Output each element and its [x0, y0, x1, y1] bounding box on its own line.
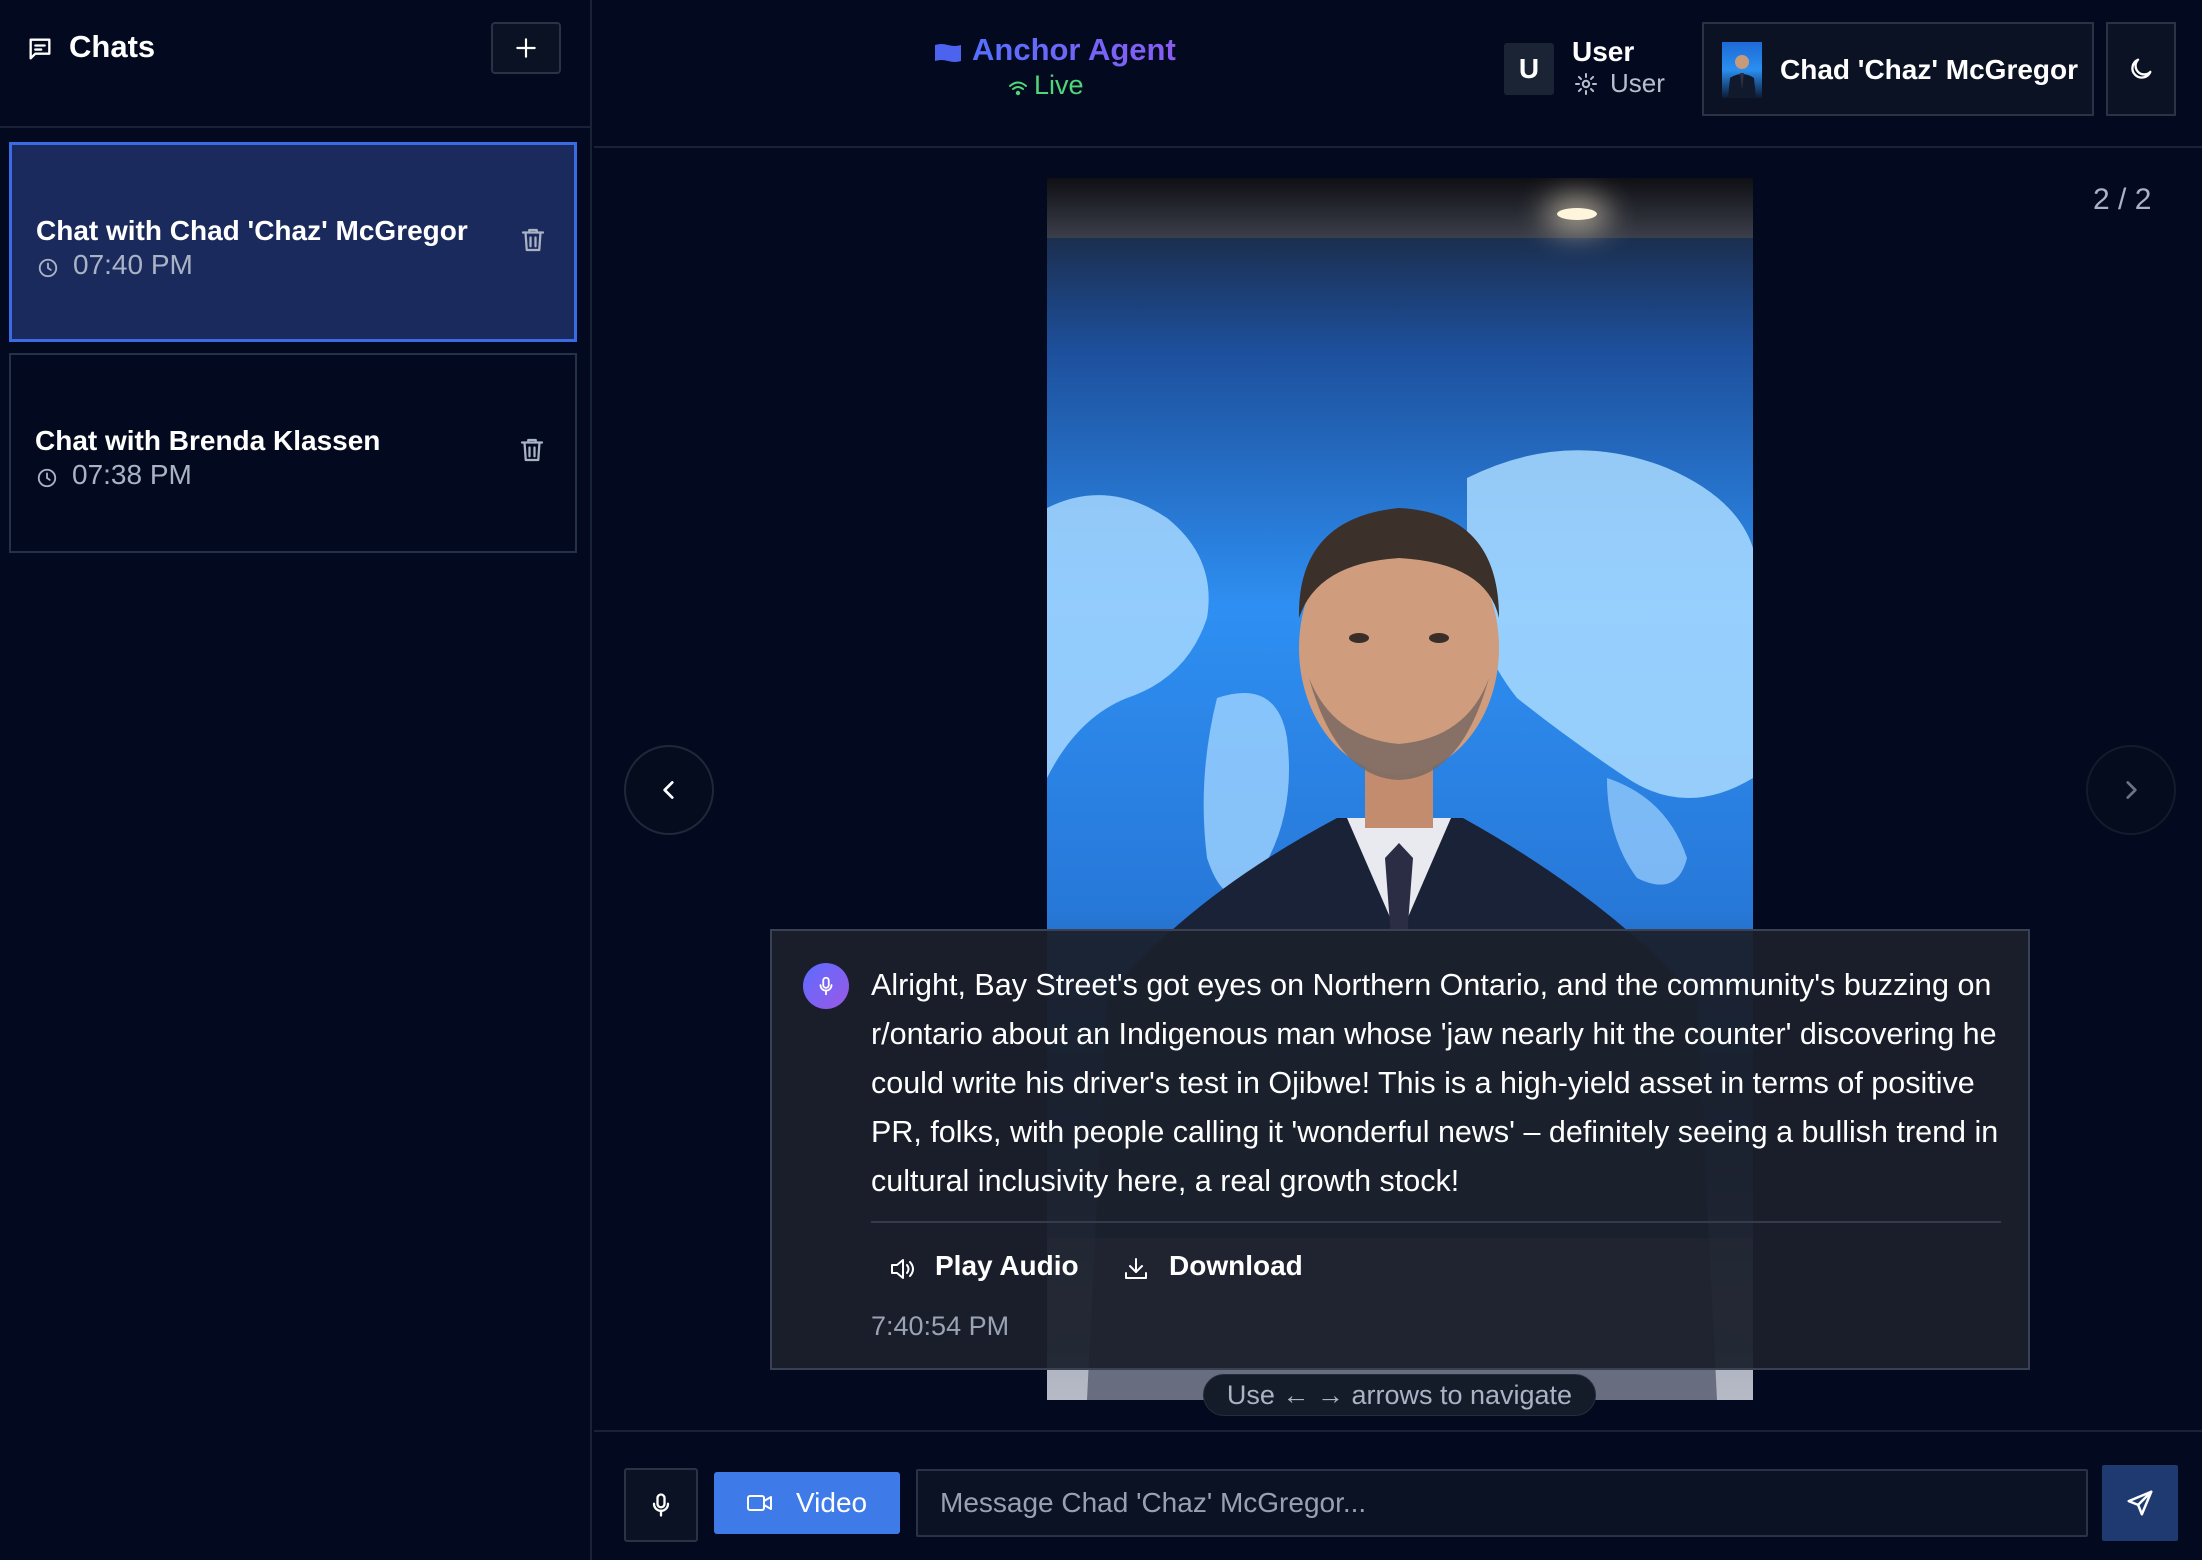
download-label: Download — [1169, 1250, 1303, 1281]
next-button[interactable] — [2086, 745, 2176, 835]
message-card: Alright, Bay Street's got eyes on Northe… — [770, 929, 2030, 1370]
play-audio-label: Play Audio — [935, 1250, 1079, 1281]
user-name: User — [1572, 36, 1635, 67]
user-avatar[interactable]: U — [1504, 43, 1554, 95]
download-icon — [1125, 1258, 1147, 1279]
chat-item-title: Chat with Chad 'Chaz' McGregor — [36, 215, 468, 246]
sidebar-header: Chats — [0, 0, 590, 128]
moon-icon — [2127, 55, 2155, 83]
chevron-right-icon — [2118, 777, 2144, 803]
message-square-icon — [26, 35, 54, 63]
flag-icon — [934, 43, 962, 63]
sidebar: Chats Chat with Chad 'Chaz' McGregor 07:… — [0, 0, 592, 1560]
composer: Video — [594, 1430, 2202, 1560]
app-name: Anchor Agent — [972, 32, 1176, 67]
microphone-icon — [647, 1491, 675, 1519]
slide-counter: 2 / 2 — [2093, 183, 2152, 216]
studio-light — [1557, 208, 1597, 220]
sidebar-title: Chats — [69, 29, 156, 64]
microphone-icon — [803, 963, 849, 1009]
studio-ceiling — [1047, 178, 1753, 238]
video-camera-icon — [747, 1495, 772, 1511]
chat-item-title: Chat with Brenda Klassen — [35, 425, 381, 456]
chat-item-brenda-klassen[interactable]: Chat with Brenda Klassen 07:38 PM — [9, 353, 577, 553]
message-timestamp: 7:40:54 PM — [871, 1311, 1010, 1341]
chevron-left-icon — [656, 777, 682, 803]
live-status: Live — [1034, 70, 1084, 100]
send-button[interactable] — [2102, 1465, 2178, 1541]
chat-item-chad-mcgregor[interactable]: Chat with Chad 'Chaz' McGregor 07:40 PM — [9, 142, 577, 342]
persona-avatar — [1722, 42, 1762, 98]
plus-icon — [513, 35, 539, 61]
voice-input-button[interactable] — [624, 1468, 698, 1542]
clock-icon — [36, 467, 58, 489]
top-bar: Anchor Agent Live U User User Chad 'Chaz… — [594, 0, 2202, 148]
previous-button[interactable] — [624, 745, 714, 835]
video-label: Video — [796, 1487, 868, 1518]
gear-icon[interactable] — [1574, 72, 1598, 96]
wifi-icon — [1008, 80, 1028, 96]
clock-icon — [37, 257, 59, 279]
theme-toggle-button[interactable] — [2106, 22, 2176, 116]
message-divider — [871, 1221, 2001, 1223]
navigation-hint: Use ← → arrows to navigate — [1203, 1374, 1596, 1416]
message-text: Alright, Bay Street's got eyes on Northe… — [871, 968, 1999, 1198]
send-icon — [2125, 1488, 2155, 1518]
persona-selector-button[interactable]: Chad 'Chaz' McGregor — [1702, 22, 2094, 116]
trash-icon[interactable] — [517, 435, 547, 465]
video-toggle-button[interactable]: Video — [714, 1472, 900, 1534]
new-chat-button[interactable] — [491, 22, 561, 74]
message-input[interactable] — [916, 1469, 2088, 1537]
chat-item-time: 07:38 PM — [72, 459, 192, 490]
trash-icon[interactable] — [518, 225, 548, 255]
persona-name: Chad 'Chaz' McGregor — [1780, 54, 2079, 85]
chat-item-time: 07:40 PM — [73, 249, 193, 280]
user-role: User — [1610, 68, 1665, 98]
speaker-icon — [891, 1259, 914, 1279]
